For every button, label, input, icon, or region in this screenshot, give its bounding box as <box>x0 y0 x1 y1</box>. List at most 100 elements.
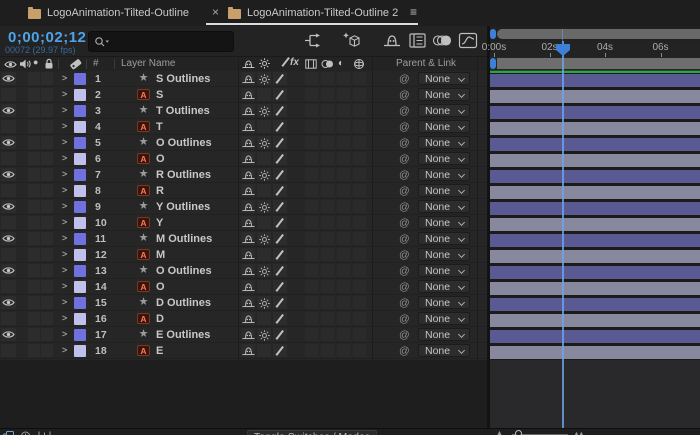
collapse-column-icon[interactable] <box>259 58 270 69</box>
solo-cell[interactable] <box>28 104 40 117</box>
pickwhip-icon[interactable]: @ <box>399 281 410 293</box>
search-box[interactable] <box>88 31 234 52</box>
shy-switch[interactable] <box>241 280 255 293</box>
eye-toggle[interactable] <box>1 280 16 293</box>
shy-switch[interactable] <box>241 264 255 277</box>
graph-editor-icon[interactable] <box>458 32 478 49</box>
layer-name[interactable]: S Outlines <box>156 73 210 85</box>
parent-dropdown[interactable]: None <box>418 136 470 149</box>
quality-switch[interactable] <box>273 344 287 357</box>
label-color-swatch[interactable] <box>74 313 86 325</box>
time-ruler[interactable]: 0:00s02s04s06s <box>490 41 700 58</box>
layer-name[interactable]: E Outlines <box>156 329 210 341</box>
threed-cell[interactable] <box>353 200 366 213</box>
quality-switch[interactable] <box>273 136 287 149</box>
fx-column-icon[interactable]: fx <box>290 57 299 68</box>
collapse-transformations-switch[interactable] <box>257 232 271 245</box>
solo-cell[interactable] <box>28 88 40 101</box>
lock-cell[interactable] <box>41 152 53 165</box>
label-color-swatch[interactable] <box>74 249 86 261</box>
expand-in-out-pane-icon[interactable] <box>38 431 51 435</box>
lock-cell[interactable] <box>41 136 53 149</box>
pickwhip-icon[interactable]: @ <box>399 329 410 341</box>
layer-name[interactable]: R <box>156 185 164 197</box>
layer-duration-bar[interactable] <box>490 250 700 263</box>
expand-arrow[interactable]: > <box>62 249 67 259</box>
work-area-bar[interactable] <box>497 58 700 69</box>
layer-row[interactable]: > 8 A R <box>0 183 488 199</box>
playhead-line[interactable] <box>562 41 564 428</box>
layer-name[interactable]: E <box>156 345 163 357</box>
expand-arrow[interactable]: > <box>62 121 67 131</box>
layer-row[interactable]: > 18 A E <box>0 343 488 359</box>
frame-blend-cell[interactable] <box>305 104 318 117</box>
collapse-transformations-switch[interactable] <box>257 328 271 341</box>
lock-cell[interactable] <box>41 296 53 309</box>
close-icon[interactable]: × <box>212 5 219 19</box>
pickwhip-icon[interactable]: @ <box>399 297 410 309</box>
frame-blend-cell[interactable] <box>305 280 318 293</box>
layer-row[interactable]: > 2 A S <box>0 87 488 103</box>
solo-cell[interactable] <box>28 280 40 293</box>
quality-switch[interactable] <box>273 168 287 181</box>
expand-arrow[interactable]: > <box>62 89 67 99</box>
parent-dropdown[interactable]: None <box>418 344 470 357</box>
frame-blend-cell[interactable] <box>305 136 318 149</box>
solo-cell[interactable] <box>28 168 40 181</box>
shy-switch[interactable] <box>241 72 255 85</box>
parent-dropdown[interactable]: None <box>418 184 470 197</box>
frame-blend-cell[interactable] <box>305 200 318 213</box>
shy-switch[interactable] <box>241 104 255 117</box>
shy-column-icon[interactable] <box>242 59 255 69</box>
shy-switch[interactable] <box>241 232 255 245</box>
frame-blend-cell[interactable] <box>305 168 318 181</box>
lock-cell[interactable] <box>41 104 53 117</box>
pickwhip-icon[interactable]: @ <box>399 89 410 101</box>
parent-link-column-label[interactable]: Parent & Link <box>396 58 456 69</box>
parent-dropdown[interactable]: None <box>418 280 470 293</box>
zoom-slider-knob[interactable] <box>515 430 522 435</box>
tab-label[interactable]: LogoAnimation-Tilted-Outline 2 <box>247 7 398 19</box>
expand-arrow[interactable]: > <box>62 137 67 147</box>
label-column-icon[interactable] <box>68 58 83 70</box>
adjustment-cell[interactable] <box>337 216 350 229</box>
pickwhip-icon[interactable]: @ <box>399 233 410 245</box>
label-color-swatch[interactable] <box>74 201 86 213</box>
collapse-transformations-switch[interactable] <box>257 216 271 229</box>
frame-blend-cell[interactable] <box>305 312 318 325</box>
pickwhip-icon[interactable]: @ <box>399 217 410 229</box>
tab-label[interactable]: LogoAnimation-Tilted-Outline <box>47 7 189 19</box>
parent-dropdown[interactable]: None <box>418 200 470 213</box>
frame-blending-icon[interactable] <box>408 32 428 49</box>
eye-toggle[interactable] <box>1 152 16 165</box>
adjustment-cell[interactable] <box>337 328 350 341</box>
threed-cell[interactable] <box>353 280 366 293</box>
label-color-swatch[interactable] <box>74 89 86 101</box>
adjustment-cell[interactable] <box>337 232 350 245</box>
layer-duration-bar[interactable] <box>490 170 700 183</box>
layer-row[interactable]: > 3 ★ T Outlines <box>0 103 488 119</box>
layer-name[interactable]: O <box>156 153 165 165</box>
label-color-swatch[interactable] <box>74 329 86 341</box>
label-color-swatch[interactable] <box>74 105 86 117</box>
frame-blend-cell[interactable] <box>305 296 318 309</box>
threed-cell[interactable] <box>353 120 366 133</box>
layer-row[interactable]: > 14 A O <box>0 279 488 295</box>
quality-switch[interactable] <box>273 72 287 85</box>
eye-toggle[interactable] <box>1 232 16 245</box>
threed-cell[interactable] <box>353 184 366 197</box>
mini-flowchart-icon[interactable] <box>303 32 323 49</box>
layer-name[interactable]: Y Outlines <box>156 201 210 213</box>
motion-blur-cell[interactable] <box>321 280 334 293</box>
shy-switch[interactable] <box>241 168 255 181</box>
shy-switch[interactable] <box>241 200 255 213</box>
frame-blend-cell[interactable] <box>305 248 318 261</box>
layer-row[interactable]: > 15 ★ D Outlines <box>0 295 488 311</box>
shy-switch[interactable] <box>241 296 255 309</box>
pickwhip-icon[interactable]: @ <box>399 185 410 197</box>
quality-switch[interactable] <box>273 328 287 341</box>
label-color-swatch[interactable] <box>74 169 86 181</box>
eye-toggle[interactable] <box>1 104 16 117</box>
solo-cell[interactable] <box>28 344 40 357</box>
solo-cell[interactable] <box>28 232 40 245</box>
